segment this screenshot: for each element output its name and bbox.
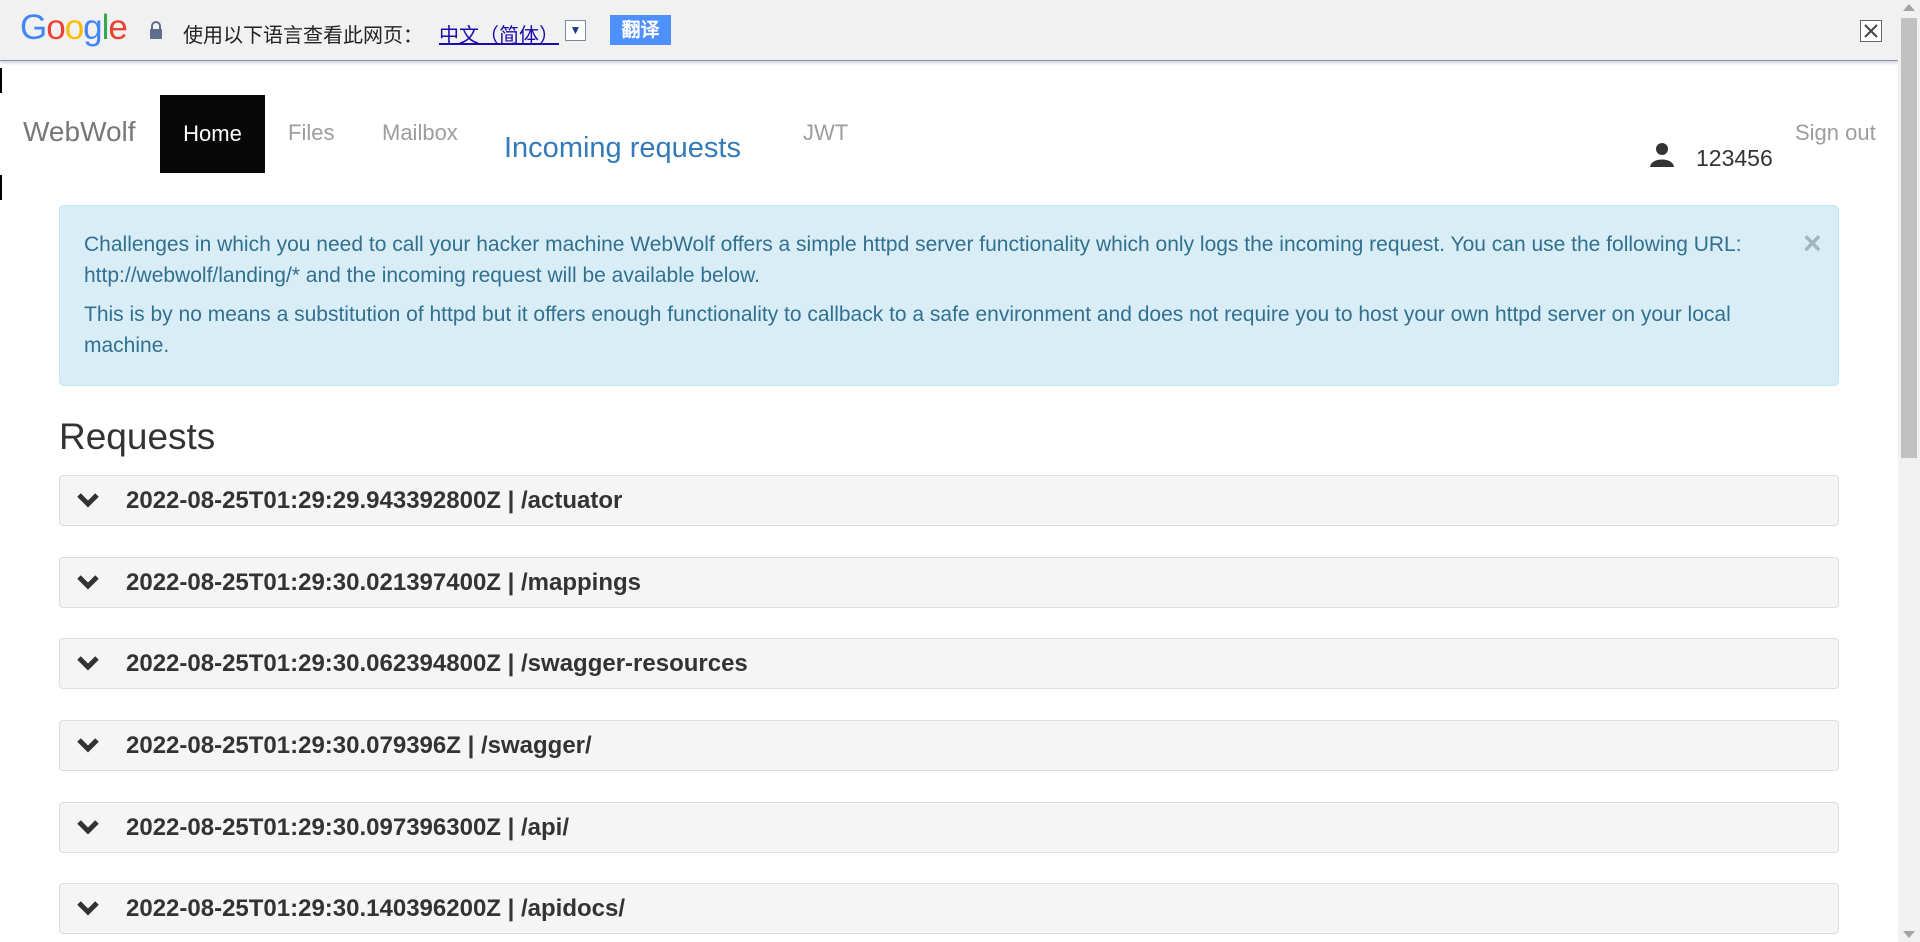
translate-language-link[interactable]: 中文（简体）: [439, 19, 559, 48]
google-logo: Google: [20, 8, 128, 47]
request-panel[interactable]: 2022-08-25T01:29:30.021397400Z | /mappin…: [59, 557, 1839, 608]
request-panel[interactable]: 2022-08-25T01:29:30.140396200Z | /apidoc…: [59, 883, 1839, 934]
request-panel[interactable]: 2022-08-25T01:29:30.079396Z | /swagger/: [59, 720, 1839, 771]
request-panel[interactable]: 2022-08-25T01:29:30.097396300Z | /api/: [59, 802, 1839, 853]
nav-files[interactable]: Files: [288, 120, 334, 146]
alert-paragraph: This is by no means a substitution of ht…: [84, 303, 1731, 357]
chevron-down-icon: [77, 901, 99, 916]
chevron-down-icon: [77, 738, 99, 753]
translate-prompt: 使用以下语言查看此网页：: [183, 23, 423, 47]
scroll-up-arrow-icon[interactable]: [1903, 4, 1915, 11]
chevron-down-icon: [77, 575, 99, 590]
brand-logo[interactable]: WebWolf: [23, 116, 136, 148]
chevron-down-icon: ▼: [569, 23, 582, 37]
request-title: 2022-08-25T01:29:30.062394800Z | /swagge…: [126, 650, 748, 677]
nav-jwt[interactable]: JWT: [803, 120, 848, 146]
translate-bar: Google 使用以下语言查看此网页： 中文（简体） ▼ 翻译: [0, 0, 1898, 61]
scroll-down-arrow-icon[interactable]: [1903, 931, 1915, 938]
translate-button[interactable]: 翻译: [610, 15, 671, 45]
lock-icon: [150, 21, 162, 39]
requests-heading: Requests: [59, 416, 216, 457]
user-icon: [1650, 143, 1674, 167]
request-title: 2022-08-25T01:29:30.140396200Z | /apidoc…: [126, 895, 626, 922]
alert-close-button[interactable]: ×: [1803, 227, 1822, 259]
scrollbar-thumb[interactable]: [1901, 18, 1917, 458]
request-panel[interactable]: 2022-08-25T01:29:29.943392800Z | /actuat…: [59, 475, 1839, 526]
current-user: 123456: [1696, 145, 1773, 171]
chevron-down-icon: [77, 820, 99, 835]
text-caret: [0, 68, 2, 93]
alert-paragraph: Challenges in which you need to call you…: [84, 233, 1742, 287]
request-title: 2022-08-25T01:29:30.079396Z | /swagger/: [126, 732, 592, 759]
request-title: 2022-08-25T01:29:29.943392800Z | /actuat…: [126, 487, 623, 514]
request-panel[interactable]: 2022-08-25T01:29:30.062394800Z | /swagge…: [59, 638, 1839, 689]
info-alert: Challenges in which you need to call you…: [59, 205, 1839, 386]
chevron-down-icon: [77, 656, 99, 671]
request-title: 2022-08-25T01:29:30.097396300Z | /api/: [126, 814, 570, 841]
chevron-down-icon: [77, 493, 99, 508]
nav-incoming-requests[interactable]: Incoming requests: [504, 132, 741, 165]
signout-link[interactable]: Sign out: [1795, 120, 1876, 146]
nav-mailbox[interactable]: Mailbox: [382, 120, 458, 146]
language-dropdown[interactable]: ▼: [565, 20, 586, 41]
translate-close-button[interactable]: [1860, 20, 1882, 42]
request-title: 2022-08-25T01:29:30.021397400Z | /mappin…: [126, 569, 642, 596]
nav-home[interactable]: Home: [160, 95, 265, 173]
close-icon: [1864, 24, 1878, 38]
text-caret: [0, 175, 2, 200]
